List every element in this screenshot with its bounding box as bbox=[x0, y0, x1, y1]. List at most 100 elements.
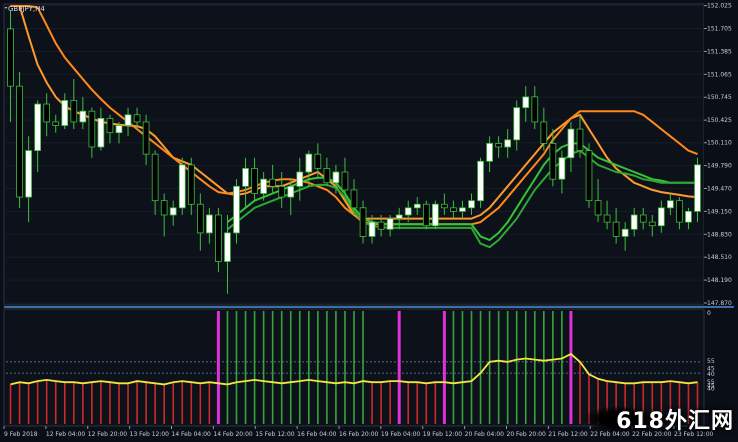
histogram-bar-signal bbox=[569, 311, 573, 424]
candle-bull bbox=[368, 221, 376, 237]
chart-canvas: 152.025 151.705 151.385 151.065 150.745 150.4… bbox=[0, 0, 738, 442]
histogram-bar-signal bbox=[397, 311, 401, 424]
histogram-bar-down bbox=[82, 383, 84, 424]
time-tick-label: 15 Feb 12:00 bbox=[255, 431, 295, 438]
candle-bear bbox=[278, 185, 286, 198]
histogram-bar-down bbox=[181, 381, 184, 424]
candle-bull bbox=[224, 232, 231, 262]
indicator-tick-label: 0 bbox=[707, 310, 711, 317]
candle-bear bbox=[359, 207, 367, 237]
candle-bear bbox=[88, 110, 96, 148]
candle-bear bbox=[350, 189, 358, 209]
histogram-bar-up bbox=[353, 311, 355, 424]
time-tick-label: 20 Feb 20:00 bbox=[507, 431, 547, 438]
histogram-bar-down bbox=[63, 382, 66, 424]
histogram-bar-up bbox=[515, 311, 518, 424]
price-tick-label: 151.385 bbox=[707, 48, 732, 55]
candle-bull bbox=[242, 168, 249, 187]
histogram-bar-signal bbox=[216, 311, 220, 424]
histogram-bar-up bbox=[289, 311, 292, 424]
candle-bull bbox=[477, 160, 484, 202]
price-tick-label: 149.150 bbox=[707, 208, 732, 215]
histogram-bar-up bbox=[543, 311, 545, 424]
candle-bull bbox=[667, 200, 674, 209]
indicator-tick-label: 55 bbox=[707, 358, 715, 365]
candle-bear bbox=[16, 85, 23, 198]
histogram-bar-down bbox=[163, 384, 165, 424]
candle-bear bbox=[196, 203, 204, 234]
histogram-bar-up bbox=[344, 311, 346, 424]
candle-bear bbox=[594, 200, 602, 216]
time-tick-label: 19 Feb 04:00 bbox=[381, 431, 421, 438]
histogram-bar-down bbox=[27, 383, 30, 424]
candle-bull bbox=[621, 228, 629, 237]
candle-bear bbox=[52, 121, 60, 126]
histogram-bar-down bbox=[72, 382, 75, 424]
candle-bear bbox=[314, 153, 322, 169]
candle-bear bbox=[540, 121, 548, 144]
histogram-bar-up bbox=[452, 311, 455, 424]
candle-bull bbox=[124, 114, 132, 126]
candle-bull bbox=[178, 164, 186, 209]
candle-bear bbox=[422, 203, 430, 227]
time-tick-label: 21 Feb 12:00 bbox=[548, 431, 588, 438]
histogram-bar-up bbox=[524, 311, 527, 424]
candle-bull bbox=[25, 150, 32, 198]
histogram-bar-up bbox=[461, 311, 464, 424]
histogram-bar-down bbox=[109, 382, 111, 424]
price-tick-label: 148.830 bbox=[707, 231, 732, 238]
candle-bull bbox=[694, 164, 701, 212]
histogram-bar-up bbox=[253, 311, 256, 424]
candle-bear bbox=[160, 200, 168, 216]
histogram-bar-down bbox=[190, 382, 193, 424]
candle-bear bbox=[450, 207, 457, 212]
candle-bull bbox=[685, 210, 692, 223]
histogram-bar-down bbox=[154, 383, 156, 424]
histogram-bar-down bbox=[145, 382, 147, 424]
price-tick-label: 149.790 bbox=[707, 163, 732, 170]
candle-bull bbox=[504, 139, 511, 148]
histogram-bar-down bbox=[389, 381, 391, 424]
price-tick-label: 150.110 bbox=[707, 140, 732, 147]
time-tick-label: 12 Feb 20:00 bbox=[88, 431, 128, 438]
candle-bear bbox=[251, 168, 258, 194]
histogram-bar-up bbox=[497, 311, 500, 424]
candle-bear bbox=[43, 103, 51, 123]
histogram-bar-up bbox=[280, 311, 283, 424]
histogram-bar-down bbox=[91, 382, 93, 424]
histogram-bar-down bbox=[380, 382, 382, 424]
time-tick-label: 14 Feb 20:00 bbox=[213, 431, 253, 438]
price-tick-label: 149.470 bbox=[707, 185, 732, 192]
candle-bull bbox=[34, 103, 41, 151]
time-tick-label: 12 Feb 04:00 bbox=[46, 431, 86, 438]
histogram-bar-up bbox=[488, 311, 491, 424]
histogram-bar-down bbox=[127, 383, 129, 424]
candle-bear bbox=[215, 214, 222, 262]
time-tick-label: 9 Feb 2018 bbox=[4, 431, 38, 438]
histogram-bar-down bbox=[371, 382, 373, 424]
histogram-bar-up bbox=[235, 311, 238, 424]
histogram-bar-down bbox=[579, 361, 581, 424]
indicator-tick-label: 40 bbox=[707, 371, 715, 378]
candle-bull bbox=[522, 96, 530, 109]
histogram-bar-down bbox=[434, 382, 437, 424]
price-tick-label: 150.745 bbox=[707, 94, 732, 101]
candle-bull bbox=[395, 214, 403, 219]
candle-bull bbox=[657, 207, 665, 227]
histogram-bar-down bbox=[9, 384, 12, 424]
time-tick-label: 16 Feb 04:00 bbox=[297, 431, 337, 438]
indicator-tick-label: 40 bbox=[707, 386, 715, 393]
watermark: 618外汇网 bbox=[584, 402, 734, 436]
histogram-bar-up bbox=[317, 311, 319, 424]
candle-bear bbox=[7, 28, 14, 87]
candle-bull bbox=[61, 100, 69, 126]
histogram-bar-down bbox=[136, 381, 138, 424]
histogram-bar-up bbox=[561, 311, 563, 424]
symbol-title: GBPJPY,H4 bbox=[8, 5, 45, 13]
candle-bear bbox=[269, 178, 276, 187]
histogram-bar-up bbox=[362, 311, 364, 424]
candle-bear bbox=[585, 150, 593, 202]
candle-bear bbox=[377, 221, 385, 230]
candle-bear bbox=[603, 214, 611, 223]
candle-bull bbox=[386, 218, 394, 230]
